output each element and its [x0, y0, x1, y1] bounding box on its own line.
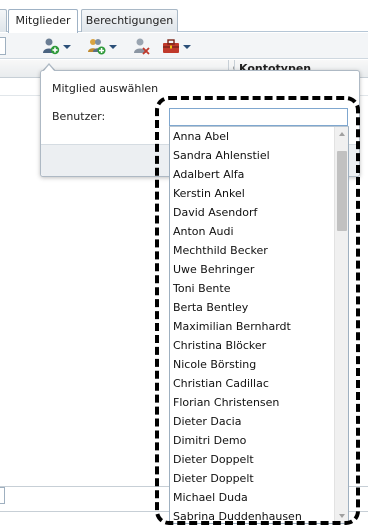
user-list-item[interactable]: Kerstin Ankel — [170, 184, 334, 203]
user-list-item[interactable]: Christina Blöcker — [170, 336, 334, 355]
chevron-down-icon — [109, 45, 117, 49]
add-member-icon — [42, 37, 60, 55]
user-list-item[interactable]: Berta Bentley — [170, 298, 334, 317]
user-list-item[interactable]: Maximilian Bernhardt — [170, 317, 334, 336]
user-list-item[interactable]: Dieter Doppelt — [170, 450, 334, 469]
add-group-icon — [88, 37, 106, 55]
user-list-item[interactable]: Michael Duda — [170, 488, 334, 507]
remove-user-button[interactable] — [132, 36, 166, 56]
tab-previous[interactable] — [0, 9, 7, 32]
tab-mitglieder[interactable]: Mitglieder — [8, 9, 78, 33]
scroll-up-button[interactable] — [335, 127, 348, 141]
scrollbar[interactable] — [334, 127, 348, 523]
popup-title: Mitglied auswählen — [52, 82, 159, 95]
user-list-item[interactable]: Nicole Börsting — [170, 355, 334, 374]
user-list-item[interactable]: Toni Bente — [170, 279, 334, 298]
user-list-item[interactable]: Dieter Doppelt — [170, 469, 334, 488]
user-list-item[interactable]: David Asendorf — [170, 203, 334, 222]
remove-user-icon — [132, 37, 150, 55]
tab-berechtigungen[interactable]: Berechtigungen — [81, 9, 178, 32]
user-list-item[interactable]: Uwe Behringer — [170, 260, 334, 279]
chevron-down-icon — [183, 45, 191, 49]
add-member-button[interactable] — [42, 36, 76, 56]
footer-input[interactable] — [0, 487, 5, 504]
user-dropdown-list[interactable]: Anna Abel Sandra Ahlenstiel Adalbert Alfa K… — [169, 126, 349, 524]
scroll-down-button[interactable] — [335, 509, 348, 523]
popup-pointer-inner — [43, 65, 55, 72]
user-list-item[interactable]: Dieter Dacia — [170, 412, 334, 431]
user-list-item[interactable]: Florian Christensen — [170, 393, 334, 412]
toolbar — [0, 33, 368, 59]
toolbox-button[interactable] — [162, 36, 196, 56]
user-field-label: Benutzer: — [52, 110, 106, 123]
tab-strip: Mitglieder Berechtigungen — [0, 0, 368, 33]
user-list-item[interactable]: Sandra Ahlenstiel — [170, 146, 334, 165]
user-list-item[interactable]: Anna Abel — [170, 127, 334, 146]
arrow-down-icon — [339, 514, 345, 518]
chevron-down-icon — [63, 45, 71, 49]
arrow-up-icon — [339, 132, 345, 136]
user-list-item[interactable]: Anton Audi — [170, 222, 334, 241]
toolbox-icon — [162, 37, 180, 55]
add-group-button[interactable] — [88, 36, 122, 56]
toolbar-search-input[interactable] — [0, 37, 6, 55]
app-window: Mitglieder Berechtigungen Kontotypen Mit… — [0, 0, 368, 528]
user-list-item[interactable]: Mechthild Becker — [170, 241, 334, 260]
user-list-items: Anna Abel Sandra Ahlenstiel Adalbert Alfa K… — [170, 127, 334, 523]
user-list-item[interactable]: Adalbert Alfa — [170, 165, 334, 184]
scrollbar-thumb[interactable] — [337, 151, 347, 231]
user-list-item[interactable]: Christian Cadillac — [170, 374, 334, 393]
user-list-item[interactable]: Sabrina Duddenhausen — [170, 507, 334, 523]
user-list-item[interactable]: Dimitri Demo — [170, 431, 334, 450]
user-combobox-input[interactable] — [169, 108, 348, 126]
